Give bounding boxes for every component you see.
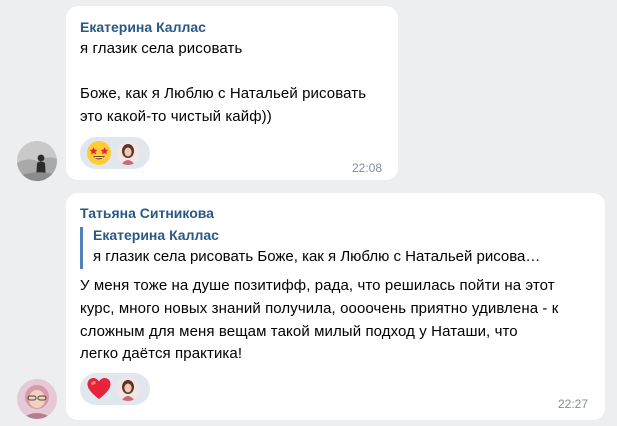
- reactions-bar[interactable]: [80, 373, 150, 405]
- reply-quote-text: я глазик села рисовать Боже, как я Люблю…: [93, 248, 541, 265]
- message-bubble: Татьяна Ситникова Екатерина Каллас я гла…: [66, 193, 605, 420]
- red-heart-emoji-icon: [87, 378, 111, 399]
- message-text-line: сложным для меня вещам такой милый подхо…: [80, 323, 518, 340]
- reactions-bar[interactable]: [80, 137, 150, 169]
- message-2: Татьяна Ситникова Екатерина Каллас я гла…: [0, 186, 617, 426]
- message-1: Екатерина Каллас я глазик села рисовать …: [0, 0, 617, 186]
- message-bubble: Екатерина Каллас я глазик села рисовать …: [66, 6, 398, 180]
- message-text-line: курс, много новых знаний получила, ооооч…: [80, 300, 559, 317]
- message-time: 22:08: [352, 161, 383, 175]
- message-time: 22:27: [558, 397, 589, 411]
- reply-quote-author: Екатерина Каллас: [93, 227, 219, 243]
- message-text-line: У меня тоже на душе позитифф, рада, что …: [80, 277, 555, 294]
- reactor-avatar[interactable]: [116, 141, 140, 165]
- message-author[interactable]: Татьяна Ситникова: [80, 205, 214, 221]
- star-struck-emoji-icon: [87, 141, 111, 165]
- reactor-avatar[interactable]: [116, 377, 140, 401]
- message-text-line: это какой-то чистый кайф)): [80, 108, 272, 125]
- message-text-line: Боже, как я Люблю с Натальей рисовать: [80, 85, 367, 102]
- message-text-line: легко даётся практика!: [80, 345, 243, 362]
- message-text-line: я глазик села рисовать: [80, 40, 243, 57]
- sender-avatar[interactable]: [17, 141, 57, 181]
- reply-quote[interactable]: Екатерина Каллас я глазик села рисовать …: [80, 227, 583, 269]
- sender-avatar[interactable]: [17, 379, 57, 419]
- message-author[interactable]: Екатерина Каллас: [80, 19, 206, 35]
